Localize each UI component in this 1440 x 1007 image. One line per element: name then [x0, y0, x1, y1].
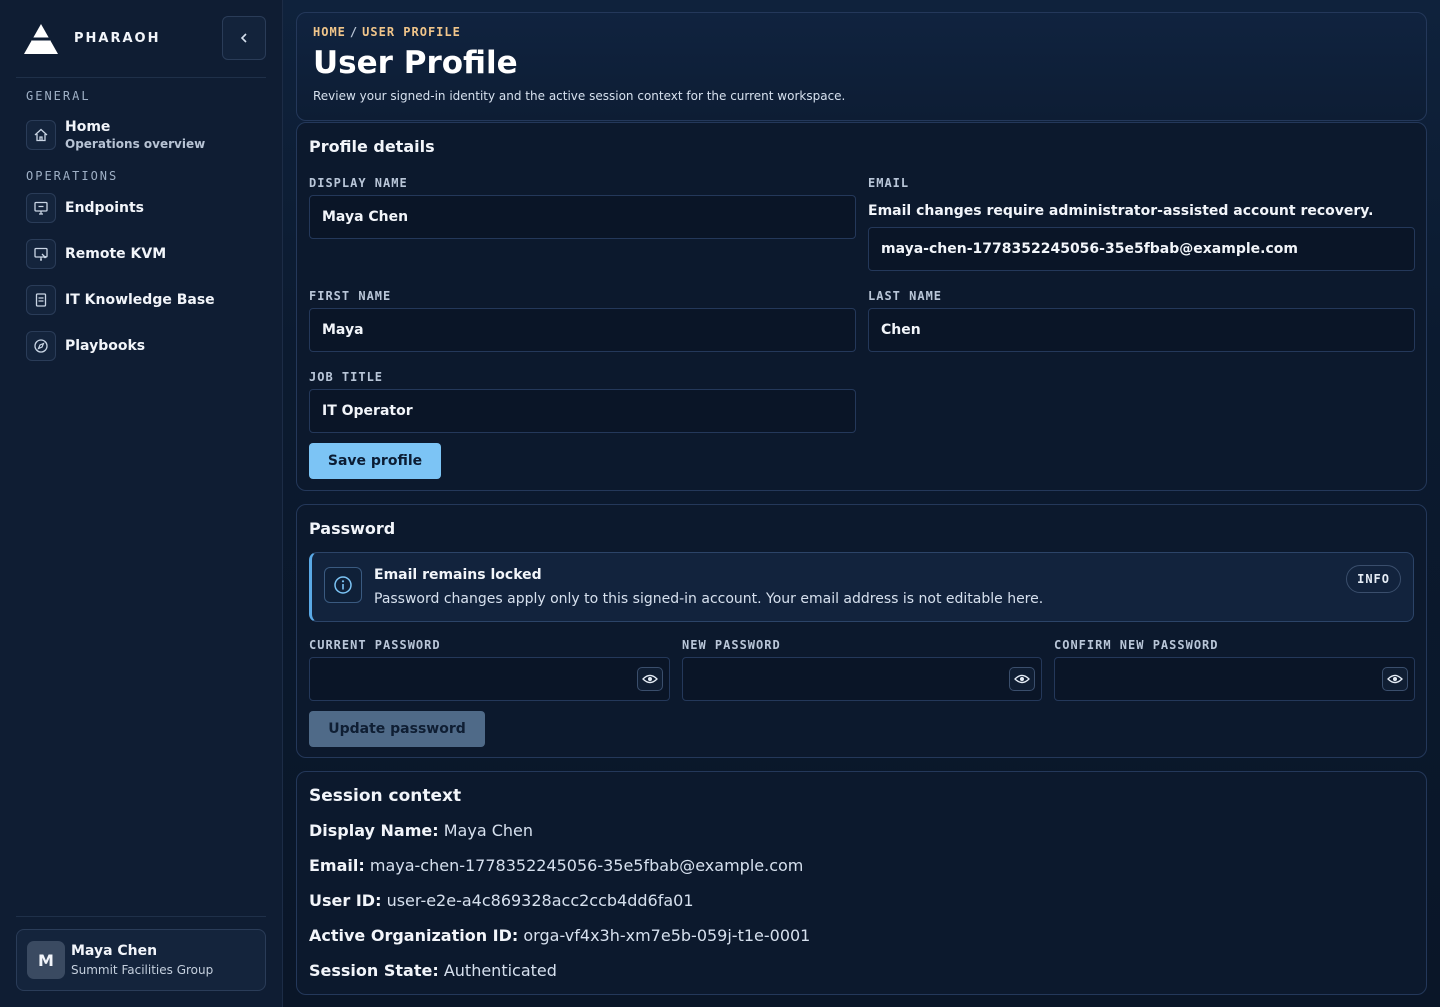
eye-icon [1387, 674, 1403, 684]
collapse-sidebar-button[interactable] [222, 16, 266, 60]
session-row-state: Session State: Authenticated [309, 961, 557, 980]
card-title: Profile details [309, 137, 435, 156]
last-name-label: LAST NAME [868, 289, 943, 303]
new-password-label: NEW PASSWORD [682, 638, 781, 652]
book-icon [26, 285, 56, 315]
card-title: Password [309, 519, 396, 538]
show-password-toggle[interactable] [637, 667, 663, 691]
avatar: M [27, 941, 65, 979]
user-card[interactable]: M Maya Chen Summit Facilities Group [16, 929, 266, 991]
sidebar-item-endpoints[interactable]: Endpoints [16, 185, 266, 231]
sidebar-item-home[interactable]: Home Operations overview [16, 113, 266, 157]
email-note: Email changes require administrator-assi… [868, 203, 1374, 219]
alert-text: Password changes apply only to this sign… [374, 591, 1044, 607]
first-name-label: FIRST NAME [309, 289, 392, 303]
confirm-password-label: CONFIRM NEW PASSWORD [1054, 638, 1219, 652]
new-password-input[interactable] [682, 657, 1042, 701]
job-title-label: JOB TITLE [309, 370, 384, 384]
card-title: Session context [309, 786, 462, 806]
page-subtitle: Review your signed-in identity and the a… [313, 89, 846, 103]
sidebar-item-it-knowledge-base[interactable]: IT Knowledge Base [16, 277, 266, 323]
brand-name: PHARAOH [74, 31, 161, 46]
first-name-input[interactable]: Maya [309, 308, 856, 352]
sidebar-item-playbooks[interactable]: Playbooks [16, 323, 266, 369]
session-value: user-e2e-a4c869328acc2ccb4dd6fa01 [386, 891, 694, 910]
info-icon [324, 567, 362, 603]
sidebar-item-label: Endpoints [65, 200, 144, 216]
show-password-toggle[interactable] [1009, 667, 1035, 691]
last-name-input[interactable]: Chen [868, 308, 1415, 352]
show-password-toggle[interactable] [1382, 667, 1408, 691]
save-profile-button[interactable]: Save profile [309, 443, 441, 479]
session-key: Active Organization ID: [309, 926, 519, 945]
session-key: Email: [309, 856, 365, 875]
sidebar-item-label: IT Knowledge Base [65, 292, 215, 308]
session-row-user-id: User ID: user-e2e-a4c869328acc2ccb4dd6fa… [309, 891, 694, 910]
session-row-email: Email: maya-chen-1778352245056-35e5fbab@… [309, 856, 803, 875]
sidebar-item-remote-kvm[interactable]: Remote KVM [16, 231, 266, 277]
page-header: HOME / USER PROFILE User Profile Review yo… [296, 12, 1427, 121]
remote-screen-icon [26, 239, 56, 269]
current-password-input[interactable] [309, 657, 670, 701]
eye-icon [1014, 674, 1030, 684]
session-context-card: Session context Display Name: Maya Chen … [296, 771, 1427, 995]
sidebar-item-label: Home [65, 119, 111, 135]
info-badge: INFO [1346, 565, 1401, 593]
user-org: Summit Facilities Group [71, 963, 214, 977]
sidebar-item-sublabel: Operations overview [65, 137, 206, 151]
session-row-org-id: Active Organization ID: orga-vf4x3h-xm7e… [309, 926, 810, 945]
session-value: orga-vf4x3h-xm7e5b-059j-t1e-0001 [523, 926, 811, 945]
session-key: Display Name: [309, 821, 439, 840]
session-value: Authenticated [443, 961, 557, 980]
display-name-input[interactable]: Maya Chen [309, 195, 856, 239]
profile-details-card: Profile details DISPLAY NAME Maya Chen E… [296, 122, 1427, 491]
session-value: Maya Chen [443, 821, 533, 840]
session-row-display-name: Display Name: Maya Chen [309, 821, 533, 840]
session-key: User ID: [309, 891, 382, 910]
breadcrumb-separator: / [349, 25, 359, 39]
compass-icon [26, 331, 56, 361]
email-field: maya-chen-1778352245056-35e5fbab@example… [868, 227, 1415, 271]
breadcrumb-home[interactable]: HOME [313, 25, 346, 39]
sidebar-item-label: Remote KVM [65, 246, 167, 262]
email-label: EMAIL [868, 176, 910, 190]
confirm-password-input[interactable] [1054, 657, 1415, 701]
session-value: maya-chen-1778352245056-35e5fbab@example… [369, 856, 804, 875]
session-key: Session State: [309, 961, 439, 980]
breadcrumb-current: USER PROFILE [362, 25, 461, 39]
pyramid-logo-icon [22, 22, 60, 56]
page-title: User Profile [313, 45, 518, 81]
section-label-general: GENERAL [26, 89, 91, 103]
update-password-button[interactable]: Update password [309, 711, 485, 747]
alert-title: Email remains locked [374, 567, 542, 583]
job-title-input[interactable]: IT Operator [309, 389, 856, 433]
info-alert: Email remains locked Password changes ap… [309, 552, 1414, 622]
chevron-left-icon [240, 33, 247, 43]
sidebar: PHARAOH GENERAL Home Operations overview… [0, 0, 283, 1007]
main-content: HOME / USER PROFILE User Profile Review yo… [283, 0, 1440, 1007]
user-name: Maya Chen [71, 943, 158, 959]
monitor-icon [26, 193, 56, 223]
breadcrumb: HOME / USER PROFILE [313, 25, 1410, 39]
password-card: Password Email remains locked Password c… [296, 504, 1427, 758]
current-password-label: CURRENT PASSWORD [309, 638, 441, 652]
divider [16, 916, 266, 917]
display-name-label: DISPLAY NAME [309, 176, 408, 190]
section-label-operations: OPERATIONS [26, 169, 119, 183]
sidebar-item-label: Playbooks [65, 338, 146, 354]
home-icon [26, 120, 56, 150]
eye-icon [642, 674, 658, 684]
